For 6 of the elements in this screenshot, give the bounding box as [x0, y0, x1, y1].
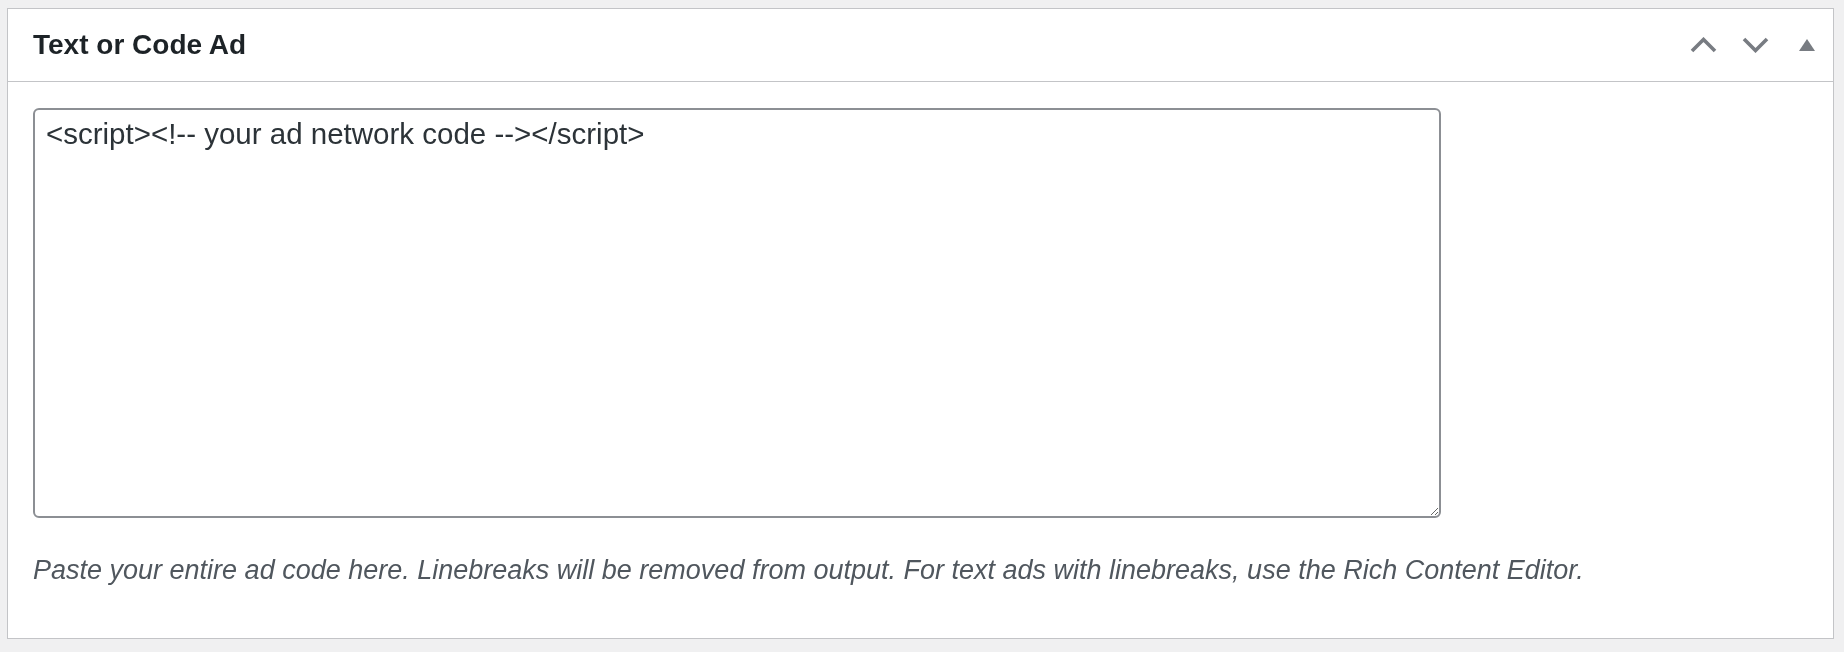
chevron-up-icon [1689, 37, 1717, 53]
help-text: Paste your entire ad code here. Linebreaks will be removed from output. For text ads with linebreaks, use the Rich Content Editor. [33, 554, 1585, 587]
chevron-down-icon [1741, 37, 1769, 53]
triangle-up-icon [1799, 39, 1815, 51]
panel-title: Text or Code Ad [33, 28, 247, 62]
code-textarea[interactable]: <script><!-- your ad network code --></script> [33, 108, 1441, 518]
